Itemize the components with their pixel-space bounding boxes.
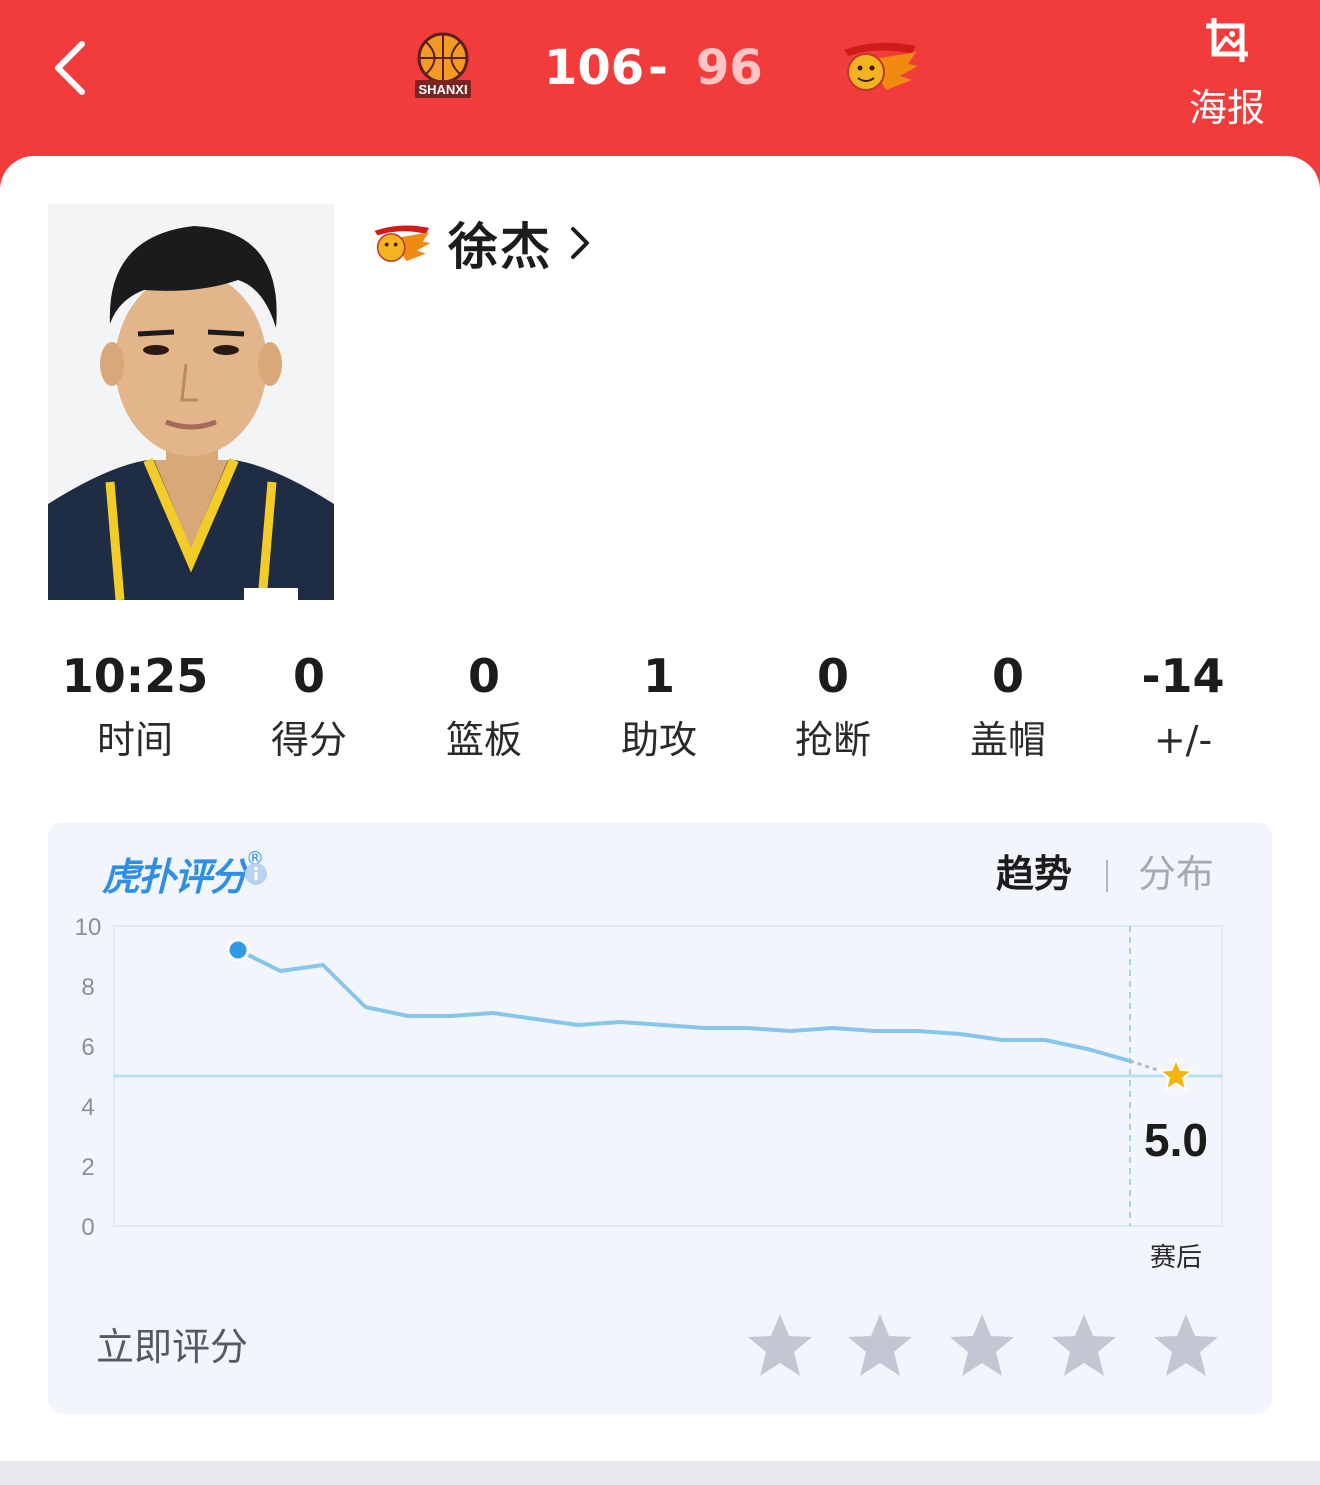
rate-star-5[interactable]: [1150, 1310, 1222, 1382]
series-line: [236, 948, 1132, 1063]
y-tick-label: 2: [81, 1154, 94, 1181]
back-button[interactable]: [48, 36, 98, 100]
stat-label: 篮板: [445, 718, 522, 762]
stat-value: 0: [292, 649, 325, 703]
stat-value: 0: [816, 649, 849, 703]
star-icon: [748, 1314, 812, 1376]
stats-row: 10:25 时间 0 得分 0 篮板 1 助攻 0 抢断 0 盖帽 -14 +/…: [48, 646, 1272, 776]
rating-panel: 0 2 4 6 8 10 5.0 赛后 虎扑评分® 趋势 分布 立即评分: [48, 822, 1272, 1414]
home-logo-text: SHANXI: [418, 82, 467, 97]
player-card: 徐杰 10:25 时间 0 得分 0 篮板 1 助攻 0 抢断 0 盖帽 -14…: [0, 156, 1320, 1461]
rate-star-4[interactable]: [1048, 1310, 1120, 1382]
chevron-right-icon: [571, 227, 589, 259]
stat-time: 10:25 时间: [50, 646, 220, 768]
y-tick-label: 8: [81, 974, 94, 1001]
tab-distribution[interactable]: 分布: [1138, 848, 1214, 900]
star-icon: [950, 1314, 1014, 1376]
info-icon[interactable]: [244, 862, 268, 886]
stat-value: -14: [1141, 649, 1225, 703]
away-team-logo: [844, 42, 918, 91]
rate-now-label: 立即评分: [96, 1325, 249, 1369]
stat-label: 盖帽: [969, 718, 1046, 762]
stat-label: 时间: [96, 718, 173, 762]
tab-trend[interactable]: 趋势: [996, 848, 1072, 900]
start-point: [226, 938, 250, 962]
x-label-final: 赛后: [1150, 1243, 1202, 1273]
stat-value: 0: [991, 649, 1024, 703]
home-score: 106: [544, 40, 645, 96]
away-score: 96: [696, 40, 763, 96]
score-separator: -: [648, 40, 668, 96]
stat-label: +/-: [1153, 718, 1213, 762]
player-photo: [48, 204, 334, 600]
stat-label: 抢断: [794, 718, 871, 762]
team-logo-small: [374, 225, 431, 262]
rating-logo: 虎扑评分®: [102, 846, 264, 901]
y-tick-label: 4: [81, 1094, 94, 1121]
stat-blocks: 0 盖帽: [923, 646, 1093, 768]
stat-value: 0: [467, 649, 500, 703]
rate-star-1[interactable]: [744, 1310, 816, 1382]
rate-star-2[interactable]: [844, 1310, 916, 1382]
player-name-link[interactable]: 徐杰: [370, 208, 592, 278]
stat-plus-minus: -14 +/-: [1098, 646, 1268, 768]
tab-divider: [1106, 860, 1108, 892]
y-tick-label: 10: [75, 914, 102, 941]
star-icon: [1052, 1314, 1116, 1376]
poster-button[interactable]: 海报: [1182, 14, 1272, 130]
stat-assists: 1 助攻: [574, 646, 744, 768]
stat-label: 得分: [270, 718, 347, 762]
poster-label: 海报: [1188, 86, 1265, 130]
star-icon: [848, 1314, 912, 1376]
y-tick-label: 0: [81, 1214, 94, 1241]
stat-steals: 0 抢断: [748, 646, 918, 768]
final-star-icon: [1157, 1056, 1195, 1092]
final-score: 5.0: [1144, 1114, 1208, 1166]
rating-logo-text: 虎扑评分: [102, 855, 248, 899]
stat-value: 1: [642, 649, 675, 703]
stat-points: 0 得分: [224, 646, 394, 768]
home-team-logo: SHANXI: [415, 32, 471, 98]
poster-image-icon: [1206, 18, 1248, 62]
stat-label: 助攻: [620, 718, 697, 762]
stat-rebounds: 0 篮板: [399, 646, 569, 768]
y-tick-label: 6: [81, 1034, 94, 1061]
rate-star-3[interactable]: [946, 1310, 1018, 1382]
stat-value: 10:25: [61, 649, 209, 703]
star-icon: [1154, 1314, 1218, 1376]
player-name: 徐杰: [448, 218, 552, 276]
chevron-left-icon: [55, 41, 85, 95]
bottom-bar: [0, 1461, 1320, 1485]
